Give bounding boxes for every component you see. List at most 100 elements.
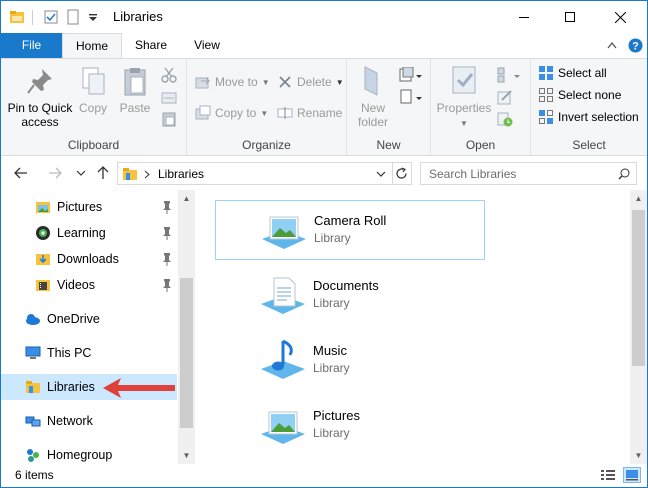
videos-icon	[36, 280, 50, 291]
collapse-ribbon-icon[interactable]	[607, 41, 617, 49]
group-clipboard: Pin to Quick access Copy Paste Clipboard	[1, 59, 187, 155]
up-arrow-icon	[97, 166, 109, 179]
nav-item-videos[interactable]: Videos	[1, 272, 177, 298]
copy-button[interactable]: Copy	[75, 65, 111, 115]
library-tile-music[interactable]: Music Library	[215, 331, 485, 391]
new-folder-quick-icon[interactable]	[65, 9, 81, 25]
tile-type: Library	[313, 296, 350, 310]
scroll-down-icon[interactable]: ▼	[178, 447, 195, 464]
recent-locations-button[interactable]	[73, 165, 89, 181]
nav-item-downloads[interactable]: Downloads	[1, 246, 177, 272]
breadcrumb-chevron-icon[interactable]	[144, 170, 150, 179]
pin-icon[interactable]	[161, 252, 173, 266]
edit-icon[interactable]	[497, 89, 513, 105]
delete-icon	[279, 76, 291, 88]
up-button[interactable]	[95, 165, 111, 181]
nav-scrollbar[interactable]: ▲ ▼	[178, 190, 195, 464]
cut-icon[interactable]	[161, 67, 177, 83]
scroll-up-icon[interactable]: ▲	[178, 190, 195, 207]
clipboard-group-label: Clipboard	[67, 138, 120, 152]
nav-label-libraries: Libraries	[47, 380, 95, 394]
address-dropdown-icon[interactable]	[376, 171, 386, 177]
details-view-icon[interactable]	[599, 467, 617, 483]
new-group-label: New	[376, 138, 401, 152]
rename-button[interactable]: Rename	[277, 103, 342, 123]
status-bar: 6 items	[1, 464, 647, 487]
search-box[interactable]: Search Libraries	[420, 162, 637, 185]
properties-button[interactable]: Properties ▼	[435, 65, 493, 131]
tab-home[interactable]: Home	[62, 33, 122, 59]
forward-arrow-icon	[49, 167, 62, 179]
move-to-button[interactable]: Move to ▼	[195, 72, 270, 92]
properties-check-icon[interactable]	[43, 9, 59, 25]
nav-item-network[interactable]: Network	[1, 408, 177, 434]
tile-name: Music	[313, 343, 347, 358]
nav-item-learning[interactable]: Learning	[1, 220, 177, 246]
library-tile-pictures[interactable]: Pictures Library	[215, 396, 485, 456]
address-row: Libraries Search Libraries	[1, 157, 647, 190]
back-button[interactable]	[13, 165, 29, 181]
nav-item-this-pc[interactable]: This PC	[1, 340, 177, 366]
folder-icon[interactable]	[9, 9, 25, 25]
pin-icon[interactable]	[161, 200, 173, 214]
quick-access-dropdown-icon[interactable]	[85, 9, 101, 25]
refresh-button[interactable]	[392, 162, 412, 185]
paste-shortcut-icon[interactable]	[161, 111, 177, 127]
scroll-down-icon[interactable]: ▼	[630, 447, 647, 464]
select-none-button[interactable]: Select none	[538, 85, 621, 105]
pin-icon[interactable]	[161, 226, 173, 240]
tile-name: Camera Roll	[314, 213, 387, 228]
tab-file[interactable]: File	[1, 33, 62, 58]
copy-path-icon[interactable]	[161, 91, 177, 105]
pin-icon[interactable]	[161, 278, 173, 292]
help-icon[interactable]: ?	[628, 38, 643, 53]
nav-item-onedrive[interactable]: OneDrive	[1, 306, 177, 332]
select-all-button[interactable]: Select all	[538, 63, 607, 83]
open-icon[interactable]	[497, 67, 521, 83]
history-icon[interactable]	[497, 111, 513, 127]
pin-to-quick-access-button[interactable]: Pin to Quick access	[5, 65, 75, 129]
tile-type: Library	[314, 231, 351, 245]
chevron-down-icon	[76, 170, 86, 176]
copy-to-button[interactable]: Copy to ▼	[195, 103, 268, 123]
easy-access-icon[interactable]	[399, 89, 423, 105]
scroll-up-icon[interactable]: ▲	[630, 190, 647, 207]
tile-type: Library	[313, 361, 350, 375]
move-to-icon	[195, 77, 211, 89]
delete-button[interactable]: Delete ▼	[277, 72, 344, 92]
search-icon	[618, 168, 630, 180]
tab-view[interactable]: View	[181, 33, 233, 58]
content-scrollbar[interactable]: ▲ ▼	[630, 190, 647, 464]
explorer-window: Libraries File Home Share View ? Pin to …	[0, 0, 648, 488]
navigation-pane: Pictures Learning Downloads Videos OneDr…	[1, 190, 195, 464]
minimize-button[interactable]	[501, 1, 547, 33]
nav-scroll-thumb[interactable]	[180, 278, 193, 428]
group-select: Select all Select none Invert selection …	[531, 59, 647, 155]
address-bar[interactable]: Libraries	[117, 162, 393, 185]
library-tile-camera-roll[interactable]: Camera Roll Library	[215, 200, 485, 260]
tile-type: Library	[313, 426, 350, 440]
music-library-icon	[261, 339, 305, 379]
new-folder-label-line2: folder	[357, 115, 389, 129]
new-folder-button[interactable]: New folder	[353, 65, 393, 129]
select-all-label: Select all	[558, 66, 607, 80]
invert-selection-button[interactable]: Invert selection	[538, 107, 639, 127]
paste-button[interactable]: Paste	[115, 65, 155, 115]
move-to-label: Move to	[215, 75, 258, 89]
pin-label-line2: access	[21, 115, 59, 129]
nav-item-pictures[interactable]: Pictures	[1, 194, 177, 220]
nav-label-onedrive: OneDrive	[47, 312, 100, 326]
nav-label-downloads: Downloads	[57, 252, 119, 266]
library-tile-documents[interactable]: Documents Library	[215, 266, 485, 326]
ribbon-tabs: File Home Share View ?	[1, 33, 647, 59]
copy-to-label: Copy to	[215, 106, 257, 120]
select-none-label: Select none	[558, 88, 622, 102]
new-item-icon[interactable]	[399, 67, 423, 83]
annotation-arrow-icon	[103, 378, 175, 398]
tab-share[interactable]: Share	[124, 33, 178, 58]
close-button[interactable]	[597, 1, 643, 33]
content-scroll-thumb[interactable]	[632, 210, 645, 366]
maximize-button[interactable]	[547, 1, 593, 33]
forward-button[interactable]	[47, 165, 63, 181]
large-icons-view-icon[interactable]	[623, 467, 641, 483]
